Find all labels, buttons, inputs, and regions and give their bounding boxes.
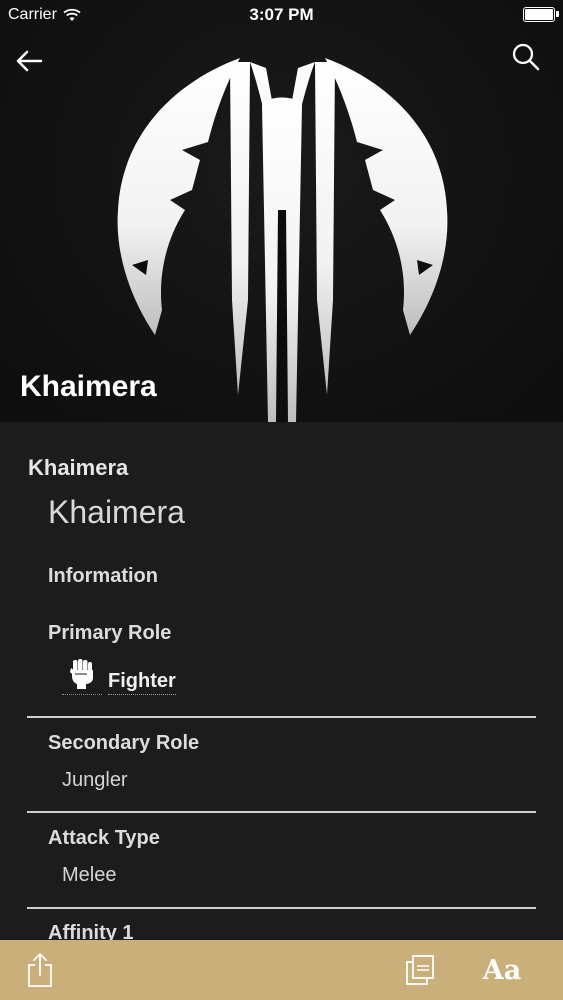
divider	[27, 716, 536, 718]
arrow-left-icon	[16, 50, 43, 72]
fighter-fist-icon[interactable]	[62, 654, 102, 695]
app-screen: Khaimera Carrier 3:07 PM Khaimera Khaime…	[0, 0, 563, 1000]
secondary-role-label: Secondary Role	[48, 732, 200, 754]
share-icon	[28, 953, 52, 987]
article-heading: Khaimera	[28, 455, 129, 480]
primary-role-row: Fighter	[62, 654, 176, 695]
search-button[interactable]	[509, 40, 543, 74]
share-button[interactable]	[20, 950, 60, 990]
affinity-label: Affinity 1	[48, 922, 134, 940]
tabs-icon	[406, 955, 434, 985]
tabs-button[interactable]	[400, 950, 440, 990]
hero-header: Khaimera	[0, 0, 563, 422]
status-bar: Carrier 3:07 PM	[0, 0, 563, 30]
information-heading: Information	[48, 565, 158, 587]
status-time: 3:07 PM	[249, 5, 314, 24]
font-size-label: Aa	[482, 954, 522, 986]
primary-role-link[interactable]: Fighter	[108, 670, 176, 695]
secondary-role-value: Jungler	[62, 769, 128, 791]
attack-type-label: Attack Type	[48, 827, 160, 849]
divider	[27, 811, 536, 813]
battery-icon	[523, 7, 559, 22]
attack-type-value: Melee	[62, 864, 117, 886]
back-button[interactable]	[12, 44, 46, 78]
divider	[27, 907, 536, 909]
bottom-toolbar: Aa	[0, 940, 563, 1000]
article-subtitle: Khaimera	[48, 494, 185, 530]
primary-role-label: Primary Role	[48, 622, 172, 644]
hero-title: Khaimera	[20, 370, 157, 403]
font-size-button[interactable]: Aa	[480, 950, 524, 990]
hero-logo-icon	[117, 58, 448, 422]
search-icon	[512, 43, 540, 71]
article-content: Khaimera Khaimera Information Primary Ro…	[0, 422, 563, 940]
